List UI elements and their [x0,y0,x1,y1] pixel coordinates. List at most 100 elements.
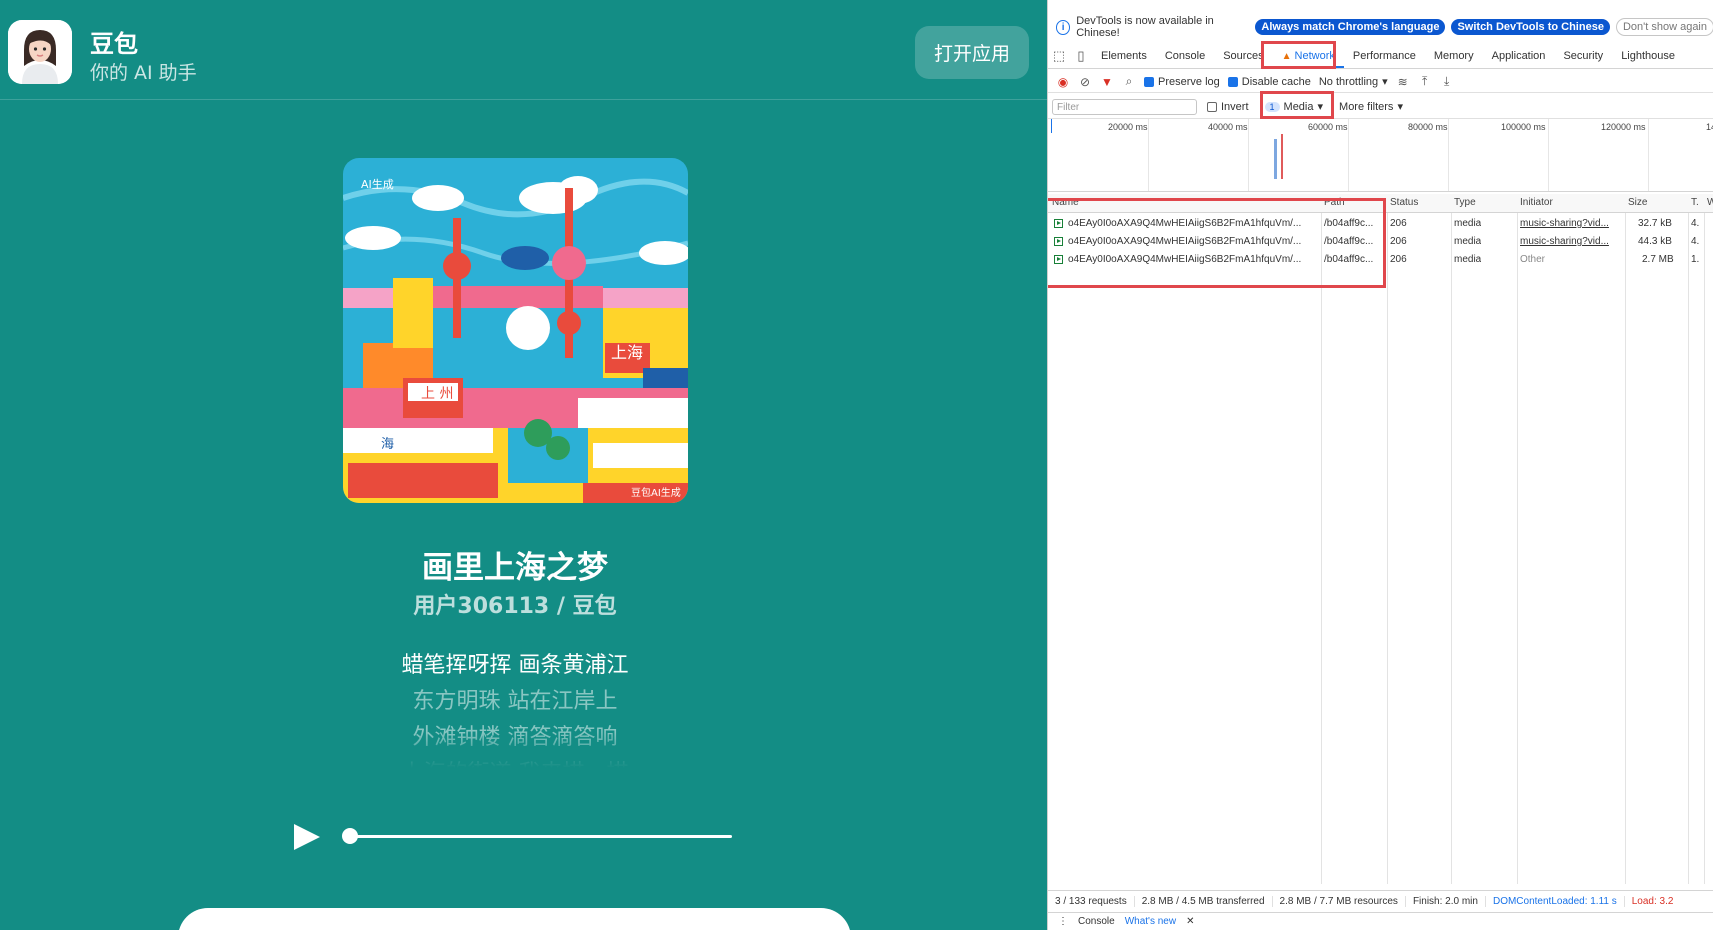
request-initiator[interactable]: music-sharing?vid... [1520,236,1622,247]
column-size[interactable]: Size [1628,197,1647,208]
cover-watermark: 豆包AI生成 [631,486,681,499]
devtools-tabbar: ⬚ ▯ Elements Console Sources ▲ Network P… [1048,44,1713,69]
request-time: 4. [1691,218,1700,229]
more-filters-dropdown[interactable]: More filters ▾ [1339,100,1403,114]
drawer-tab-whats-new[interactable]: What's new [1125,916,1176,927]
media-filter-label: Media [1283,100,1314,113]
search-icon[interactable]: ⌕ [1122,74,1136,89]
warning-icon: ▲ [1281,51,1292,62]
network-toolbar: ◉ ⊘ ▼ ⌕ Preserve log Disable cache No th… [1048,71,1713,93]
filter-funnel-icon[interactable]: ▼ [1100,75,1114,89]
progress-thumb[interactable] [342,828,358,844]
open-app-button[interactable]: 打开应用 [915,26,1029,79]
tab-elements[interactable]: Elements [1092,44,1156,68]
column-name[interactable]: Name [1052,197,1079,208]
table-header: Name Path Status Type Initiator Size T. … [1048,194,1713,213]
tab-network[interactable]: ▲ Network [1272,44,1344,68]
requests-count: 3 / 133 requests [1048,895,1135,907]
lyric-line: 外滩钟楼 滴答滴答响 [412,725,618,750]
export-har-icon[interactable]: ⤓ [1440,74,1454,89]
disable-cache-label: Disable cache [1241,75,1311,88]
tab-performance[interactable]: Performance [1344,44,1425,68]
timeline-label: 20000 ms [1108,122,1148,132]
request-name: o4EAy0I0oAXA9Q4MwHEIAiigS6B2FmA1hfquVm/.… [1068,254,1302,265]
tab-console[interactable]: Console [1156,44,1214,68]
network-timeline-overview[interactable]: 20000 ms 40000 ms 60000 ms 80000 ms 1000… [1048,119,1713,192]
ai-generated-tag: AI生成 [361,177,394,191]
info-icon: i [1056,19,1071,35]
column-waterfall[interactable]: W [1707,197,1713,208]
dom-content-loaded: DOMContentLoaded: 1.11 s [1486,895,1625,907]
request-name: o4EAy0I0oAXA9Q4MwHEIAiigS6B2FmA1hfquVm/.… [1068,236,1302,247]
progress-track[interactable] [346,835,732,838]
network-summary-bar: 3 / 133 requests 2.8 MB / 4.5 MB transfe… [1048,890,1713,911]
clear-icon[interactable]: ⊘ [1078,75,1092,89]
timeline-label: 120000 ms [1601,122,1646,132]
inspect-element-icon[interactable]: ⬚ [1048,48,1070,64]
tab-memory[interactable]: Memory [1425,44,1483,68]
chevron-down-icon: ▾ [1382,76,1388,88]
request-status: 206 [1390,254,1407,265]
request-type: media [1454,254,1482,265]
preserve-log-label: Preserve log [1158,75,1220,88]
lyrics-panel: 蜡笔挥呀挥 画条黄浦江 东方明珠 站在江岸上 外滩钟楼 滴答滴答响 上海的街道 … [0,648,1030,768]
throttling-select[interactable]: No throttling ▾ [1318,75,1388,89]
timeline-label: 100000 ms [1501,122,1546,132]
cover-sign-extra: 海 [381,437,394,452]
column-time[interactable]: T. [1691,197,1699,208]
request-initiator: Other [1520,254,1546,265]
devtools-drawer: ⋮ Console What's new ✕ [1048,912,1713,930]
tab-sources[interactable]: Sources [1214,44,1272,68]
bottom-card [178,908,851,930]
column-initiator[interactable]: Initiator [1520,197,1553,208]
more-filters-label: More filters [1339,100,1394,113]
media-count-badge: 1 [1264,101,1280,112]
media-file-icon [1054,219,1063,228]
request-size: 32.7 kB [1638,218,1672,229]
request-name: o4EAy0I0oAXA9Q4MwHEIAiigS6B2FmA1hfquVm/.… [1068,218,1302,229]
dont-show-again-button[interactable]: Don't show again [1615,18,1713,36]
column-type[interactable]: Type [1454,197,1476,208]
app-tagline: 你的 AI 助手 [90,62,197,84]
tab-application[interactable]: Application [1483,44,1555,68]
invert-checkbox[interactable]: Invert [1207,101,1249,113]
device-toggle-icon[interactable]: ▯ [1070,48,1092,64]
finish-time: Finish: 2.0 min [1406,895,1486,907]
preserve-log-checkbox[interactable]: Preserve log [1144,76,1220,88]
media-file-icon [1054,255,1063,264]
timeline-label: 14 [1706,122,1713,132]
import-har-icon[interactable]: ⤒ [1418,74,1432,89]
media-type-filter[interactable]: 1 Media ▾ [1259,99,1330,114]
filter-input[interactable]: Filter [1052,98,1197,115]
lyric-line: 东方明珠 站在江岸上 [412,689,618,714]
table-row[interactable]: o4EAy0I0oAXA9Q4MwHEIAiigS6B2FmA1hfquVm/.… [1048,233,1713,251]
network-conditions-icon[interactable]: ≋ [1396,75,1410,89]
chevron-down-icon: ▾ [1397,101,1403,113]
throttling-label: No throttling [1318,75,1379,88]
column-status[interactable]: Status [1390,197,1418,208]
tab-security[interactable]: Security [1554,44,1612,68]
doubao-music-page: 豆包 你的 AI 助手 打开应用 AI生成 上海 上 州 海 豆包AI生成 画里… [0,0,1047,930]
record-icon[interactable]: ◉ [1056,75,1070,89]
table-row[interactable]: o4EAy0I0oAXA9Q4MwHEIAiigS6B2FmA1hfquVm/.… [1048,215,1713,233]
request-time: 1. [1691,254,1700,265]
close-icon[interactable]: ✕ [1186,916,1194,927]
play-icon[interactable] [290,822,324,852]
disable-cache-checkbox[interactable]: Disable cache [1227,75,1311,88]
checkbox-icon [1144,76,1154,87]
match-language-button[interactable]: Always match Chrome's language [1255,19,1446,35]
load-time: Load: 3.2 [1631,895,1674,907]
checkbox-icon [1227,76,1238,87]
song-artist: 用户306113 / 豆包 [413,594,617,619]
table-row[interactable]: o4EAy0I0oAXA9Q4MwHEIAiigS6B2FmA1hfquVm/.… [1048,251,1713,269]
doubao-avatar-logo[interactable] [8,20,72,84]
request-status: 206 [1390,236,1407,247]
switch-chinese-button[interactable]: Switch DevTools to Chinese [1451,19,1610,35]
request-initiator[interactable]: music-sharing?vid... [1520,218,1622,229]
tab-lighthouse[interactable]: Lighthouse [1612,44,1684,68]
column-path[interactable]: Path [1324,197,1345,208]
media-file-icon [1054,237,1063,246]
drawer-menu-icon[interactable]: ⋮ [1058,916,1068,927]
drawer-tab-console[interactable]: Console [1078,916,1115,927]
request-size: 44.3 kB [1638,236,1672,247]
